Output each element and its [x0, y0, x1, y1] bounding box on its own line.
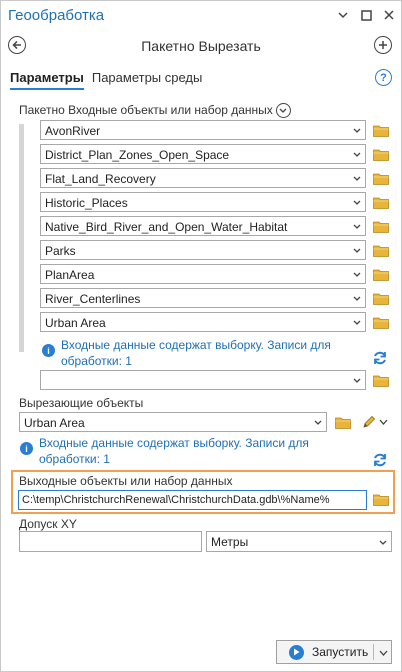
batch-input-label-row: Пакетно Входные объекты или набор данных [19, 103, 291, 119]
batch-input-row[interactable]: PlanArea [40, 264, 366, 284]
xy-tolerance-label: Допуск XY [19, 517, 77, 531]
chevron-down-icon[interactable] [379, 539, 387, 547]
tab-environments[interactable]: Параметры среды [92, 70, 203, 90]
folder-icon[interactable] [373, 220, 389, 233]
add-button[interactable] [374, 36, 392, 54]
close-icon[interactable] [382, 8, 396, 22]
tool-title: Пакетно Вырезать [141, 38, 261, 54]
pane-title: Геообработка [8, 7, 105, 24]
folder-icon[interactable] [373, 292, 389, 305]
batch-input-row[interactable]: AvonRiver [40, 120, 366, 140]
collapse-chevron-icon[interactable] [275, 103, 291, 119]
batch-input-row[interactable]: Urban Area [40, 312, 366, 332]
xy-tolerance-unit-select[interactable]: Метры [206, 531, 392, 552]
batch-input-row[interactable]: Parks [40, 240, 366, 260]
maximize-icon[interactable] [359, 8, 373, 22]
chevron-down-icon[interactable] [353, 319, 361, 327]
chevron-down-icon[interactable] [314, 419, 322, 427]
tab-bar: Параметры Параметры среды [10, 70, 202, 90]
clip-features-input[interactable]: Urban Area [19, 412, 327, 432]
help-icon[interactable]: ? [375, 69, 392, 86]
output-label: Выходные объекты или набор данных [19, 474, 233, 488]
chevron-down-icon[interactable] [353, 247, 361, 255]
batch-input-row[interactable]: Flat_Land_Recovery [40, 168, 366, 188]
title-bar: Геообработка [0, 0, 402, 32]
run-separator [373, 644, 374, 660]
chevron-down-icon[interactable] [336, 8, 350, 22]
batch-input-label: Пакетно Входные объекты или набор данных [19, 103, 273, 117]
refresh-icon[interactable] [372, 452, 388, 468]
tool-header: Пакетно Вырезать [0, 32, 402, 60]
info-icon: i [42, 344, 55, 357]
clip-selection-info: Входные данные содержат выборку. Записи … [39, 436, 309, 466]
chevron-down-icon[interactable] [353, 271, 361, 279]
output-path-input[interactable]: C:\temp\ChristchurchRenewal\Christchurch… [18, 490, 367, 510]
plus-icon [379, 41, 387, 49]
batch-selection-info: Входные данные содержат выборку. Записи … [61, 338, 331, 368]
play-icon [289, 644, 304, 660]
batch-input-empty-row[interactable] [40, 370, 366, 390]
folder-icon[interactable] [373, 374, 389, 387]
folder-icon[interactable] [373, 148, 389, 161]
batch-input-row[interactable]: Historic_Places [40, 192, 366, 212]
refresh-icon[interactable] [372, 350, 388, 366]
tab-parameters[interactable]: Параметры [10, 70, 84, 90]
chevron-down-icon[interactable] [353, 175, 361, 183]
folder-icon[interactable] [373, 493, 389, 506]
folder-icon[interactable] [373, 244, 389, 257]
folder-icon[interactable] [373, 268, 389, 281]
chevron-down-icon[interactable] [353, 223, 361, 231]
run-button[interactable]: Запустить [276, 640, 392, 664]
chevron-down-icon[interactable] [353, 151, 361, 159]
chevron-down-icon[interactable] [379, 419, 388, 426]
chevron-down-icon[interactable] [353, 199, 361, 207]
info-icon: i [20, 442, 33, 455]
batch-input-row[interactable]: River_Centerlines [40, 288, 366, 308]
batch-input-row[interactable]: District_Plan_Zones_Open_Space [40, 144, 366, 164]
clip-features-label: Вырезающие объекты [19, 396, 144, 410]
folder-icon[interactable] [373, 172, 389, 185]
folder-icon[interactable] [373, 316, 389, 329]
folder-icon[interactable] [335, 416, 351, 429]
run-label: Запустить [312, 645, 369, 659]
chevron-down-icon[interactable] [353, 127, 361, 135]
pencil-icon[interactable] [361, 414, 377, 430]
chevron-down-icon[interactable] [379, 650, 388, 657]
batch-input-row[interactable]: Native_Bird_River_and_Open_Water_Habitat [40, 216, 366, 236]
chevron-down-icon[interactable] [353, 295, 361, 303]
geoprocessing-pane [0, 0, 402, 672]
folder-icon[interactable] [373, 196, 389, 209]
batch-group-bar [19, 124, 24, 352]
chevron-down-icon[interactable] [353, 377, 361, 385]
xy-tolerance-input[interactable] [19, 531, 202, 552]
folder-icon[interactable] [373, 124, 389, 137]
